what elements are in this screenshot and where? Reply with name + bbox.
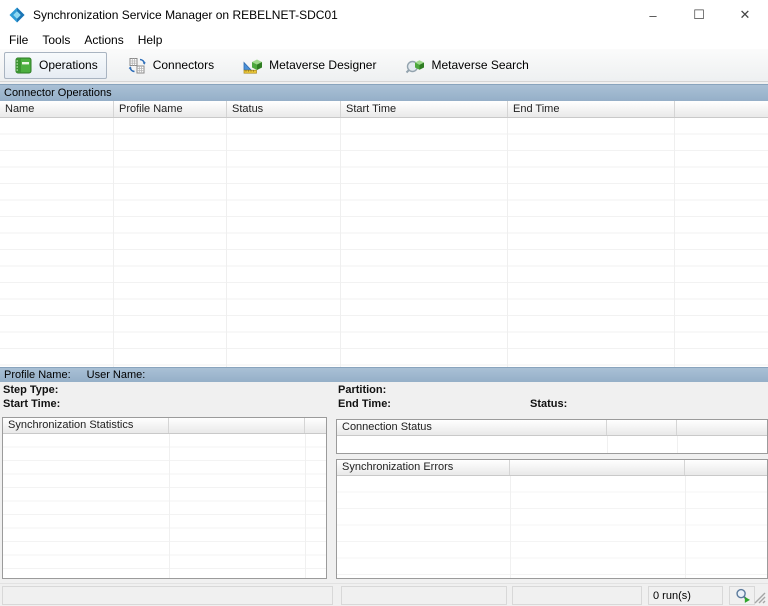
menu-tools[interactable]: Tools — [35, 32, 77, 48]
status-label: Status: — [530, 398, 568, 410]
minimize-button[interactable]: – — [630, 0, 676, 30]
sync-errors-empty-column-2 — [685, 460, 767, 475]
sync-errors-empty-column — [510, 460, 685, 475]
resize-grip[interactable] — [754, 592, 767, 605]
run-status-cell — [729, 586, 755, 605]
operations-book-icon — [15, 57, 32, 73]
menu-bar: File Tools Actions Help — [0, 30, 768, 49]
column-header-profile-name[interactable]: Profile Name — [114, 101, 227, 117]
step-type-label: Step Type: — [3, 384, 59, 396]
toolbar: Operations Connectors Metaverse Designer — [0, 49, 768, 82]
connectors-button[interactable]: Connectors — [118, 52, 223, 79]
user-name-label: User Name: — [86, 369, 146, 381]
synchronization-errors-header: Synchronization Errors — [337, 460, 767, 476]
operations-button[interactable]: Operations — [4, 51, 107, 79]
synchronization-statistics-header: Synchronization Statistics — [3, 418, 326, 434]
connection-status-empty-column-2 — [677, 420, 767, 435]
connection-status-list — [337, 436, 767, 453]
column-header-start-time[interactable]: Start Time — [341, 101, 508, 117]
connector-operations-header: Connector Operations — [0, 84, 768, 101]
connection-status-column-header[interactable]: Connection Status — [337, 420, 607, 435]
metaverse-designer-icon — [243, 59, 263, 74]
sync-statistics-empty-column-2 — [305, 418, 326, 433]
column-header-status[interactable]: Status — [227, 101, 341, 117]
connection-status-empty-column — [607, 420, 677, 435]
column-header-empty — [675, 101, 768, 117]
profile-user-bar: Profile Name: User Name: — [0, 367, 768, 382]
status-cell-1 — [2, 586, 333, 605]
sync-errors-column-header[interactable]: Synchronization Errors — [337, 460, 510, 475]
synchronization-statistics-panel: Synchronization Statistics — [2, 417, 327, 579]
menu-actions[interactable]: Actions — [77, 32, 130, 48]
status-bar: 0 run(s) — [0, 583, 768, 606]
run-count-cell: 0 run(s) — [648, 586, 723, 605]
run-count-text: 0 run(s) — [653, 589, 691, 602]
metaverse-designer-button[interactable]: Metaverse Designer — [234, 52, 385, 79]
profile-name-label: Profile Name: — [4, 369, 71, 381]
connectors-label: Connectors — [152, 58, 215, 72]
metaverse-search-icon — [406, 59, 425, 73]
status-cell-3 — [512, 586, 642, 605]
connection-status-header: Connection Status — [337, 420, 767, 436]
metaverse-search-button[interactable]: Metaverse Search — [396, 52, 537, 79]
synchronization-errors-panel: Synchronization Errors — [336, 459, 768, 579]
connector-operations-title: Connector Operations — [4, 87, 112, 99]
synchronization-statistics-list — [3, 434, 326, 578]
title-bar: Synchronization Service Manager on REBEL… — [0, 0, 768, 30]
end-time-label: End Time: — [338, 398, 391, 410]
partition-label: Partition: — [338, 384, 387, 396]
window-title: Synchronization Service Manager on REBEL… — [33, 8, 338, 22]
connection-status-panel: Connection Status — [336, 419, 768, 454]
column-header-end-time[interactable]: End Time — [508, 101, 675, 117]
synchronization-errors-list — [337, 476, 767, 578]
start-time-label: Start Time: — [3, 398, 61, 410]
operations-label: Operations — [39, 58, 98, 72]
window-controls: – ☐ ✕ — [630, 0, 768, 30]
connector-operations-list — [0, 118, 768, 367]
metaverse-designer-label: Metaverse Designer — [269, 58, 377, 72]
status-cell-2 — [341, 586, 507, 605]
app-sync-diamond-icon — [9, 7, 25, 23]
menu-help[interactable]: Help — [131, 32, 170, 48]
connectors-sync-icon — [128, 57, 146, 73]
sync-statistics-empty-column — [169, 418, 305, 433]
close-button[interactable]: ✕ — [722, 0, 768, 30]
column-header-name[interactable]: Name — [0, 101, 114, 117]
connector-operations-column-headers: Name Profile Name Status Start Time End … — [0, 101, 768, 118]
magnifier-run-icon — [735, 588, 750, 603]
menu-file[interactable]: File — [2, 32, 35, 48]
sync-statistics-column-header[interactable]: Synchronization Statistics — [3, 418, 169, 433]
maximize-button[interactable]: ☐ — [676, 0, 722, 30]
metaverse-search-label: Metaverse Search — [431, 58, 529, 72]
